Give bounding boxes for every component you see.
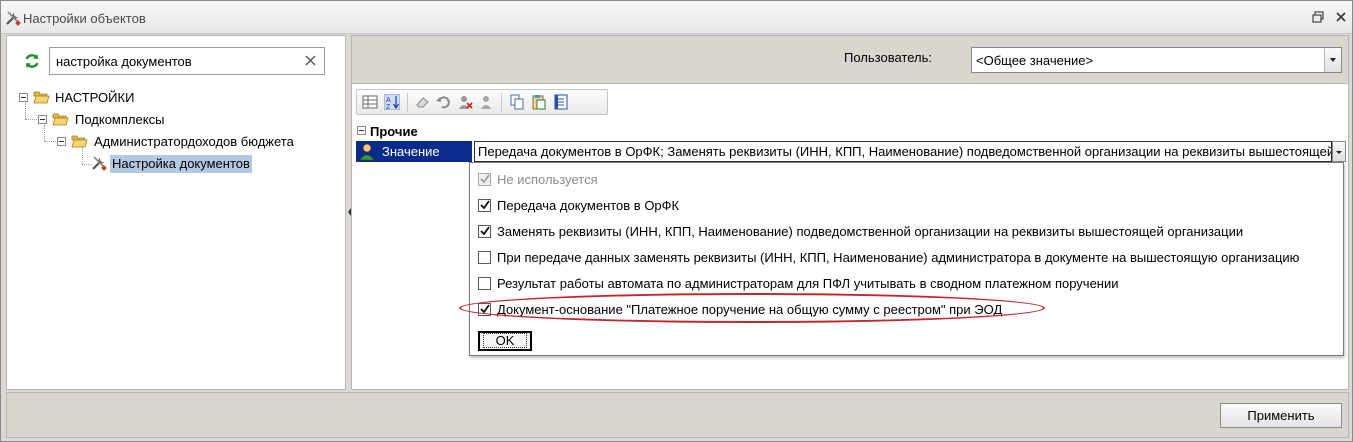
copy-icon[interactable] — [509, 94, 525, 110]
ok-button-label: OK — [482, 333, 528, 348]
user-icon — [359, 143, 375, 161]
refresh-icon[interactable] — [23, 52, 41, 70]
checkmark-icon — [480, 174, 490, 184]
property-value-field[interactable]: Передача документов в ОрФК; Заменять рек… — [474, 141, 1332, 162]
checkbox-unchecked[interactable] — [478, 251, 491, 264]
delete-user-icon[interactable] — [457, 94, 473, 110]
property-grid: A Z Прочие Значение Передача документов … — [352, 83, 1348, 389]
option-label: Не используется — [497, 172, 598, 187]
checkmark-icon — [480, 226, 490, 236]
property-user-cell — [356, 141, 378, 162]
collapse-toggle-icon[interactable] — [38, 115, 47, 124]
undo-icon[interactable] — [435, 94, 451, 110]
clear-search-icon[interactable] — [304, 54, 317, 67]
wrench-screwdriver-icon — [92, 156, 107, 171]
eraser-icon[interactable] — [414, 94, 430, 110]
options-dropdown: Не используется Передача документов в ОрФ… — [469, 162, 1344, 356]
property-toolbar: A Z — [356, 89, 608, 115]
category-label: Прочие — [370, 124, 418, 139]
notes-icon[interactable] — [553, 94, 569, 110]
property-row-value[interactable]: Значение Передача документов в ОрФК; Зам… — [356, 141, 1346, 162]
restore-window-icon[interactable] — [1312, 10, 1326, 24]
wrench-screwdriver-icon — [6, 11, 21, 26]
option-label: При передаче данных заменять реквизиты (… — [497, 250, 1300, 265]
property-name: Значение — [378, 141, 472, 162]
sort-az-icon[interactable]: A Z — [384, 94, 400, 110]
option-label: Результат работы автомата по администрат… — [497, 276, 1119, 291]
svg-text:Z: Z — [386, 104, 391, 110]
checkbox-unchecked[interactable] — [478, 277, 491, 290]
tree-search-input[interactable] — [50, 48, 300, 74]
bottom-bar: Применить — [6, 392, 1349, 438]
chevron-down-icon[interactable] — [1332, 141, 1346, 162]
checkbox-checked[interactable] — [478, 173, 491, 186]
settings-window: Настройки объектов настройка документов … — [0, 0, 1353, 442]
user-icon[interactable] — [478, 94, 494, 110]
chevron-down-icon[interactable] — [1324, 48, 1341, 72]
tree-node-label: Настройка документов — [110, 155, 252, 173]
collapse-toggle-icon[interactable] — [57, 137, 66, 146]
toolbar-separator — [501, 93, 502, 112]
open-folder-icon — [71, 135, 88, 148]
tree-node-label: НАСТРОЙКИ — [55, 90, 135, 105]
user-select[interactable]: <Общее значение> — [971, 47, 1342, 73]
tree-search-box — [49, 47, 325, 75]
checkbox-checked[interactable] — [478, 199, 491, 212]
user-label: Пользователь: — [844, 50, 932, 65]
checkmark-icon — [480, 200, 490, 210]
title-bar: Настройки объектов — [1, 1, 1352, 34]
apply-button[interactable]: Применить — [1220, 403, 1342, 428]
object-tree-pane: НАСТРОЙКИ Подкомплексы Администратордохо… — [6, 35, 346, 390]
option-label: Передача документов в ОрФК — [497, 198, 680, 213]
tree-node-label: Подкомплексы — [75, 112, 165, 127]
user-select-value: <Общее значение> — [976, 53, 1094, 68]
paste-icon[interactable] — [531, 94, 547, 110]
checkbox-checked[interactable] — [478, 225, 491, 238]
open-folder-icon — [33, 91, 50, 104]
toolbar-separator — [407, 93, 408, 112]
collapse-toggle-icon[interactable] — [357, 126, 366, 135]
properties-pane: Пользователь: <Общее значение> A Z Прочи… — [351, 35, 1349, 390]
highlight-annotation — [459, 293, 1045, 323]
close-icon[interactable] — [1334, 10, 1348, 24]
categorized-icon[interactable] — [362, 94, 378, 110]
window-title: Настройки объектов — [23, 11, 146, 26]
svg-text:A: A — [386, 97, 391, 104]
option-label: Заменять реквизиты (ИНН, КПП, Наименован… — [497, 224, 1244, 239]
tree-node-label: Администратордоходов бюджета — [94, 134, 294, 149]
open-folder-icon — [52, 113, 69, 126]
ok-button[interactable]: OK — [478, 331, 532, 351]
collapse-toggle-icon[interactable] — [19, 93, 28, 102]
category-prochie[interactable]: Прочие — [356, 123, 1346, 141]
